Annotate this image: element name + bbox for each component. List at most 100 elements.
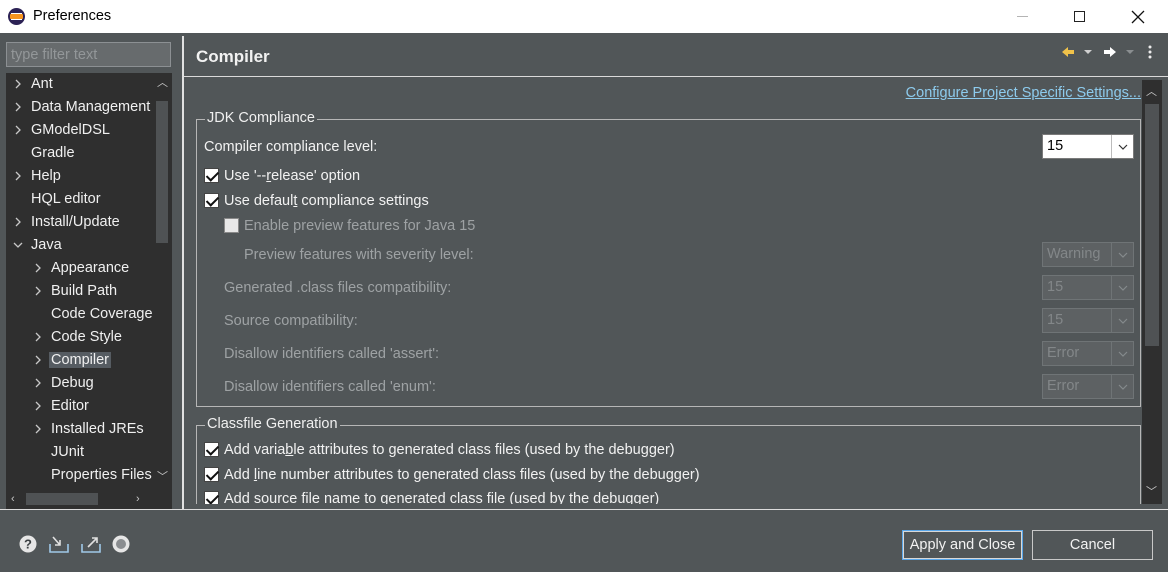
scroll-right-arrow-icon[interactable]: ›: [136, 493, 140, 505]
enum-identifier-label: Disallow identifiers called 'enum':: [224, 379, 436, 395]
content-scroll-up-arrow-icon[interactable]: ︿: [1146, 86, 1157, 98]
sidebar-item-junit[interactable]: JUnit: [6, 441, 152, 464]
source-compat-value: 15: [1047, 312, 1064, 328]
source-compat-label: Source compatibility:: [224, 313, 358, 329]
chevron-right-icon[interactable]: [32, 422, 44, 436]
chevron-right-icon[interactable]: [32, 399, 44, 413]
configure-project-settings-link[interactable]: Configure Project Specific Settings...: [906, 85, 1141, 101]
sidebar-item-label: GModelDSL: [31, 122, 110, 138]
sidebar-item-gmodeldsl[interactable]: GModelDSL: [6, 119, 152, 142]
sidebar-item-data-management[interactable]: Data Management: [6, 96, 152, 119]
view-menu-icon[interactable]: [1144, 44, 1156, 62]
chevron-right-icon[interactable]: [32, 353, 44, 367]
tree-horizontal-scrollbar[interactable]: ‹ ›: [6, 489, 152, 509]
content-vertical-scrollbar[interactable]: ︿ ﹀: [1142, 80, 1162, 504]
class-compat-select[interactable]: 15: [1042, 275, 1134, 300]
scroll-left-arrow-icon[interactable]: ‹: [11, 493, 15, 505]
jdk-compliance-legend: JDK Compliance: [205, 110, 317, 126]
sidebar-item-label: Code Style: [51, 329, 122, 345]
preview-severity-select[interactable]: Warning: [1042, 242, 1134, 267]
back-icon[interactable]: [1060, 44, 1076, 62]
apply-and-close-button[interactable]: Apply and Close: [902, 530, 1023, 560]
source-compat-select[interactable]: 15: [1042, 308, 1134, 333]
sidebar-item-label: Compiler: [49, 352, 112, 368]
title-bar: Preferences: [0, 0, 1168, 33]
chevron-right-icon[interactable]: [12, 77, 24, 91]
cancel-button[interactable]: Cancel: [1032, 530, 1153, 560]
chevron-right-icon[interactable]: [32, 330, 44, 344]
source-file-name-checkbox[interactable]: [204, 491, 219, 504]
release-option-checkbox[interactable]: [204, 168, 219, 183]
release-option-label: Use '--release' option: [224, 168, 361, 184]
default-compliance-checkbox[interactable]: [204, 193, 219, 208]
variable-attributes-checkbox[interactable]: [204, 442, 219, 457]
sidebar-item-gradle[interactable]: Gradle: [6, 142, 152, 165]
panel-divider[interactable]: [182, 36, 184, 510]
sidebar-item-hql-editor[interactable]: HQL editor: [6, 188, 152, 211]
tree-vertical-scroll-thumb[interactable]: [156, 101, 168, 243]
sidebar-item-code-coverage[interactable]: Code Coverage: [6, 303, 152, 326]
sidebar-item-label: HQL editor: [31, 191, 101, 207]
chevron-right-icon[interactable]: [12, 100, 24, 114]
sidebar-item-java[interactable]: Java: [6, 234, 152, 257]
sidebar-item-build-path[interactable]: Build Path: [6, 280, 152, 303]
content-scroll-down-arrow-icon[interactable]: ﹀: [1146, 486, 1157, 498]
assert-identifier-value: Error: [1047, 345, 1080, 361]
chevron-right-icon[interactable]: [32, 261, 44, 275]
eclipse-icon: [8, 8, 25, 25]
close-button[interactable]: [1110, 0, 1166, 33]
class-compat-label: Generated .class files compatibility:: [224, 280, 452, 296]
assert-identifier-select[interactable]: Error: [1042, 341, 1134, 366]
title-separator: [184, 76, 1168, 77]
help-icon[interactable]: ?: [18, 534, 38, 554]
sidebar-item-editor[interactable]: Editor: [6, 395, 152, 418]
preview-severity-label: Preview features with severity level:: [244, 247, 474, 263]
line-number-attributes-checkbox[interactable]: [204, 467, 219, 482]
content-vertical-scroll-thumb[interactable]: [1145, 104, 1159, 346]
sidebar-item-ant[interactable]: Ant: [6, 73, 152, 96]
record-icon[interactable]: [111, 534, 131, 554]
back-menu-chevron-down-icon[interactable]: [1082, 46, 1094, 64]
import-icon[interactable]: [48, 534, 69, 554]
compliance-level-select[interactable]: 15: [1042, 134, 1134, 159]
chevron-right-icon[interactable]: [12, 123, 24, 137]
maximize-icon: [1073, 11, 1085, 22]
scroll-down-arrow-icon[interactable]: ﹀: [157, 471, 168, 483]
window-title: Preferences: [33, 8, 112, 24]
chevron-right-icon[interactable]: [12, 215, 24, 229]
chevron-down-icon: [1111, 135, 1133, 158]
forward-menu-chevron-down-icon[interactable]: [1124, 46, 1136, 64]
close-icon: [1131, 10, 1145, 23]
sidebar-item-installed-jres[interactable]: Installed JREs: [6, 418, 152, 441]
jdk-compliance-group: JDK Compliance: [196, 110, 1141, 407]
maximize-button[interactable]: [1051, 0, 1107, 33]
default-compliance-label: Use default compliance settings: [224, 193, 429, 209]
sidebar-item-label: Code Coverage: [51, 306, 152, 322]
preference-tree: Ant Data Management GModelDSL Gradle Help HQL…: [6, 73, 172, 509]
sidebar-item-debug[interactable]: Debug: [6, 372, 152, 395]
sidebar-item-appearance[interactable]: Appearance: [6, 257, 152, 280]
sidebar-item-label: Data Management: [31, 99, 151, 115]
sidebar-item-code-style[interactable]: Code Style: [6, 326, 152, 349]
forward-icon[interactable]: [1102, 44, 1118, 62]
chevron-down-icon[interactable]: [12, 238, 24, 252]
tree-vertical-scrollbar[interactable]: ︿ ﹀: [152, 73, 172, 491]
sidebar-item-compiler[interactable]: Compiler: [6, 349, 152, 372]
chevron-right-icon[interactable]: [12, 169, 24, 183]
sidebar-item-help[interactable]: Help: [6, 165, 152, 188]
minimize-button[interactable]: [994, 0, 1050, 33]
enable-preview-checkbox[interactable]: [224, 218, 239, 233]
tree-horizontal-scroll-thumb[interactable]: [26, 493, 98, 505]
compiler-settings-panel: Configure Project Specific Settings... J…: [185, 78, 1141, 504]
chevron-right-icon[interactable]: [32, 376, 44, 390]
sidebar-item-properties-files[interactable]: Properties Files: [6, 464, 152, 487]
export-icon[interactable]: [80, 534, 101, 554]
enum-identifier-select[interactable]: Error: [1042, 374, 1134, 399]
scroll-up-arrow-icon[interactable]: ︿: [157, 77, 168, 89]
chevron-down-icon: [1111, 276, 1133, 299]
sidebar-item-label: Debug: [51, 375, 94, 391]
chevron-right-icon[interactable]: [32, 284, 44, 298]
sidebar-item-label: Java: [31, 237, 62, 253]
filter-input[interactable]: [6, 42, 171, 67]
sidebar-item-install-update[interactable]: Install/Update: [6, 211, 152, 234]
